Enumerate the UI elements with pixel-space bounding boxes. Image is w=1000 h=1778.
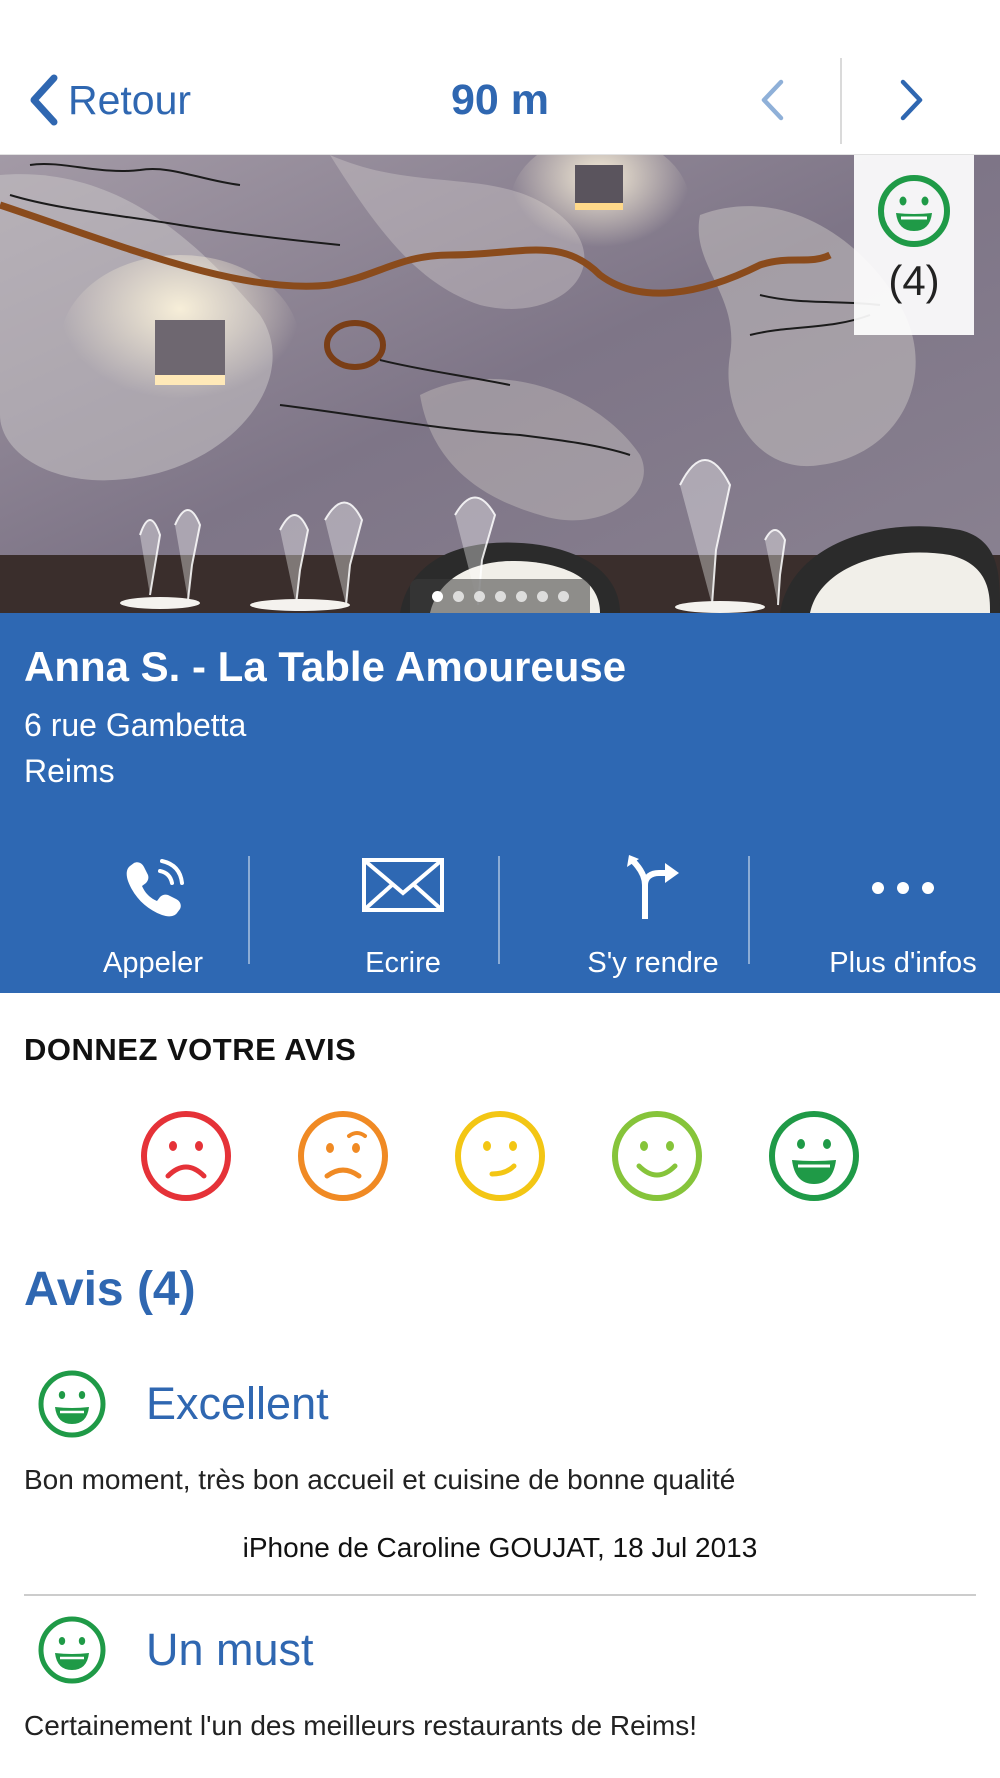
rate-very-bad-button[interactable] — [138, 1108, 234, 1204]
carousel-dot[interactable] — [494, 590, 506, 602]
action-divider — [248, 856, 250, 964]
carousel-dot[interactable] — [452, 590, 464, 602]
restaurant-name: Anna S. - La Table Amoureuse — [24, 643, 627, 690]
very-happy-face-icon — [38, 1370, 106, 1438]
restaurant-photo — [0, 155, 1000, 613]
rate-neutral-button[interactable] — [452, 1108, 548, 1204]
previous-place-button[interactable] — [750, 72, 794, 128]
rating-count: (4) — [888, 257, 940, 304]
back-label: Retour — [68, 76, 192, 123]
rating-badge: (4) — [854, 155, 974, 335]
restaurant-photo-carousel[interactable]: (4) — [0, 155, 1000, 613]
restaurant-info-panel: Anna S. - La Table Amoureuse 6 rue Gambe… — [0, 613, 1000, 993]
back-button[interactable]: Retour — [26, 72, 191, 128]
directions-button[interactable]: S'y rendre — [528, 833, 778, 983]
rate-excellent-button[interactable] — [766, 1108, 862, 1204]
action-divider — [498, 856, 500, 964]
review-text: Certainement l'un des meilleurs restaura… — [24, 1710, 697, 1741]
review-title: Excellent — [146, 1378, 329, 1429]
directions-icon — [627, 855, 679, 919]
reviews-title: Avis (4) — [24, 1263, 196, 1316]
very-sad-face-icon — [141, 1111, 231, 1201]
call-button[interactable]: Appeler — [28, 833, 278, 983]
neutral-face-icon — [455, 1111, 545, 1201]
carousel-dot[interactable] — [515, 590, 527, 602]
very-happy-face-icon — [878, 175, 950, 247]
review-title: Un must — [146, 1624, 314, 1675]
carousel-dot[interactable] — [536, 590, 548, 602]
more-dots-icon — [872, 882, 934, 894]
very-happy-face-icon — [769, 1111, 859, 1201]
carousel-dot[interactable] — [431, 590, 443, 602]
restaurant-city: Reims — [24, 753, 115, 789]
carousel-page-indicator — [410, 579, 590, 613]
carousel-dot[interactable] — [473, 590, 485, 602]
envelope-icon — [362, 858, 444, 912]
write-label: Ecrire — [365, 947, 441, 979]
write-button[interactable]: Ecrire — [278, 833, 528, 983]
phone-icon — [126, 859, 184, 917]
review-divider — [24, 1594, 976, 1596]
sad-face-icon — [298, 1111, 388, 1201]
chevron-left-icon — [30, 74, 58, 126]
review-author: iPhone de Caroline GOUJAT, 18 Jul 2013 — [242, 1532, 758, 1563]
more-info-button[interactable]: Plus d'infos — [778, 833, 1000, 983]
top-nav-bar: Retour 90 m — [0, 0, 1000, 155]
carousel-dot[interactable] — [557, 590, 569, 602]
nav-divider — [840, 58, 842, 144]
review-text: Bon moment, très bon accueil et cuisine … — [24, 1464, 736, 1495]
directions-label: S'y rendre — [587, 947, 719, 979]
chevron-left-icon — [761, 79, 784, 121]
action-divider — [748, 856, 750, 964]
more-info-label: Plus d'infos — [829, 947, 977, 979]
call-label: Appeler — [103, 947, 203, 979]
rate-good-button[interactable] — [609, 1108, 705, 1204]
happy-face-icon — [612, 1111, 702, 1201]
next-place-button[interactable] — [890, 72, 934, 128]
chevron-right-icon — [900, 79, 923, 121]
restaurant-street: 6 rue Gambetta — [24, 707, 247, 743]
rate-section-title: DONNEZ VOTRE AVIS — [24, 1032, 357, 1067]
rate-bad-button[interactable] — [295, 1108, 391, 1204]
very-happy-face-icon — [38, 1616, 106, 1684]
